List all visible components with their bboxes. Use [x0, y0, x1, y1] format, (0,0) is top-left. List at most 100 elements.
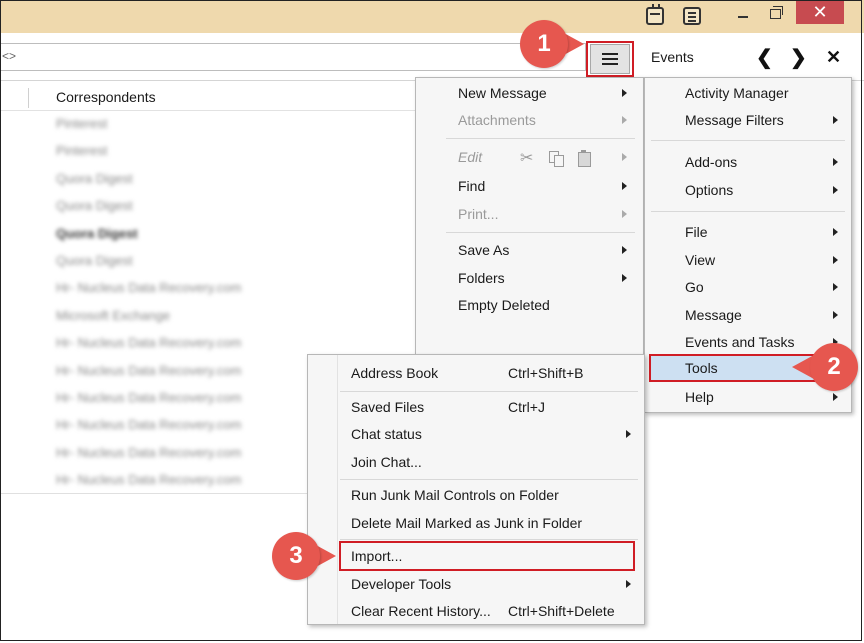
submenu-arrow-icon	[626, 580, 631, 588]
restore-icon	[769, 6, 783, 19]
correspondent-name: Hr- Nucleus Data Recovery.com	[56, 280, 242, 296]
calendar-icon[interactable]	[646, 4, 664, 25]
menu-item-delete-junk[interactable]: Delete Mail Marked as Junk in Folder	[308, 511, 644, 537]
menu-separator	[446, 138, 635, 139]
submenu-arrow-icon	[833, 311, 838, 319]
step-number: 1	[520, 20, 568, 68]
copy-icon[interactable]	[548, 150, 564, 167]
menu-button-highlight	[586, 41, 634, 77]
column-header-correspondents[interactable]: Correspondents	[56, 89, 156, 105]
step-1-callout: 1	[520, 20, 584, 68]
menu-item-empty-deleted[interactable]: Empty Deleted	[416, 293, 643, 319]
menu-item-options[interactable]: Options	[645, 178, 851, 204]
submenu-arrow-icon	[626, 430, 631, 438]
menu-item-find[interactable]: Find	[416, 174, 643, 200]
menu-item-activity-manager[interactable]: Activity Manager	[645, 81, 851, 107]
menu-separator	[446, 232, 635, 233]
list-item[interactable]: Microsoft Exchange	[0, 304, 415, 331]
menu-separator	[651, 211, 845, 212]
menu-item-message[interactable]: Message	[645, 303, 851, 329]
menu-item-edit[interactable]: Edit	[416, 145, 643, 171]
submenu-arrow-icon	[622, 116, 627, 124]
menu-item-address-book[interactable]: Address Book Ctrl+Shift+B	[308, 361, 644, 387]
restore-button[interactable]	[760, 0, 790, 28]
list-header: Correspondents	[0, 84, 415, 111]
shortcut-label: Ctrl+Shift+Delete	[508, 603, 615, 619]
minimize-button[interactable]	[728, 0, 758, 28]
correspondent-name: Hr- Nucleus Data Recovery.com	[56, 389, 242, 405]
menu-item-save-as[interactable]: Save As	[416, 238, 643, 264]
menu-item-run-junk-controls[interactable]: Run Junk Mail Controls on Folder	[308, 483, 644, 509]
step-number: 3	[272, 532, 320, 580]
submenu-arrow-icon	[622, 182, 627, 190]
tools-submenu: Address Book Ctrl+Shift+B Saved Files Ctrl…	[307, 354, 645, 625]
tasks-icon[interactable]	[683, 7, 701, 25]
list-item[interactable]: Hr- Nucleus Data Recovery.com	[0, 276, 415, 303]
submenu-arrow-icon	[622, 274, 627, 282]
list-item[interactable]: Quora Digest	[0, 249, 415, 276]
list-item[interactable]: Pinterest	[0, 112, 415, 139]
search-icon: <>	[2, 49, 17, 63]
menu-item-join-chat[interactable]: Join Chat...	[308, 450, 644, 476]
submenu-arrow-icon	[622, 89, 627, 97]
close-window-button[interactable]: ✕	[796, 0, 844, 24]
menu-item-clear-history[interactable]: Clear Recent History... Ctrl+Shift+Delete	[308, 599, 644, 625]
correspondent-name: Hr- Nucleus Data Recovery.com	[56, 362, 242, 378]
step-3-callout: 3	[272, 532, 336, 580]
submenu-arrow-icon	[622, 153, 627, 161]
app-menu: New Message Attachments Edit Find Print.…	[415, 77, 644, 356]
submenu-arrow-icon	[833, 228, 838, 236]
menu-item-print[interactable]: Print...	[416, 202, 643, 228]
list-item[interactable]: Quora Digest	[0, 167, 415, 194]
close-icon: ✕	[812, 1, 828, 22]
correspondent-name: Pinterest	[56, 143, 108, 159]
search-input[interactable]: <>	[0, 43, 586, 71]
submenu-arrow-icon	[622, 210, 627, 218]
minimize-icon	[738, 16, 748, 18]
submenu-arrow-icon	[622, 246, 627, 254]
paste-icon[interactable]	[576, 150, 592, 167]
menu-separator	[340, 539, 638, 540]
edit-icons	[520, 148, 592, 167]
menu-item-developer-tools[interactable]: Developer Tools	[308, 572, 644, 598]
step-2-callout: 2	[792, 343, 858, 391]
correspondent-name: Hr- Nucleus Data Recovery.com	[56, 472, 242, 488]
correspondent-name: Quora Digest	[56, 252, 133, 268]
menu-item-file[interactable]: File	[645, 220, 851, 246]
correspondent-name: Quora Digest	[56, 170, 133, 186]
list-item[interactable]: Pinterest	[0, 139, 415, 166]
submenu-arrow-icon	[833, 116, 838, 124]
correspondent-name: Microsoft Exchange	[56, 307, 171, 323]
menu-item-new-message[interactable]: New Message	[416, 81, 643, 107]
correspondent-name: Pinterest	[56, 116, 108, 131]
menu-item-message-filters[interactable]: Message Filters	[645, 108, 851, 134]
submenu-arrow-icon	[833, 393, 838, 401]
submenu-arrow-icon	[833, 256, 838, 264]
previous-icon[interactable]: ❮	[756, 45, 773, 70]
correspondent-name: Hr- Nucleus Data Recovery.com	[56, 417, 242, 433]
menu-item-view[interactable]: View	[645, 248, 851, 274]
shortcut-label: Ctrl+J	[508, 399, 545, 415]
submenu-arrow-icon	[833, 283, 838, 291]
list-item[interactable]: Quora Digest	[0, 222, 415, 249]
menu-item-go[interactable]: Go	[645, 275, 851, 301]
close-pane-icon[interactable]: ✕	[826, 47, 841, 68]
menu-separator	[340, 391, 638, 392]
menu-item-chat-status[interactable]: Chat status	[308, 422, 644, 448]
next-icon[interactable]: ❯	[790, 45, 807, 70]
menu-item-folders[interactable]: Folders	[416, 266, 643, 292]
events-pane-title: Events	[651, 49, 694, 65]
list-item[interactable]: Quora Digest	[0, 194, 415, 221]
correspondent-name: Quora Digest	[56, 198, 133, 214]
shortcut-label: Ctrl+Shift+B	[508, 365, 584, 381]
correspondent-name: Hr- Nucleus Data Recovery.com	[56, 444, 242, 460]
menu-item-attachments[interactable]: Attachments	[416, 108, 643, 134]
correspondent-name: Hr- Nucleus Data Recovery.com	[56, 335, 242, 351]
tools-highlight-label[interactable]: Tools	[685, 360, 718, 376]
menu-item-add-ons[interactable]: Add-ons	[645, 150, 851, 176]
menu-item-saved-files[interactable]: Saved Files Ctrl+J	[308, 395, 644, 421]
scissors-icon[interactable]	[520, 148, 536, 167]
submenu-arrow-icon	[833, 158, 838, 166]
toolbar: <> Events ❮ ❯ ✕	[0, 33, 864, 81]
menu-separator	[651, 140, 845, 141]
